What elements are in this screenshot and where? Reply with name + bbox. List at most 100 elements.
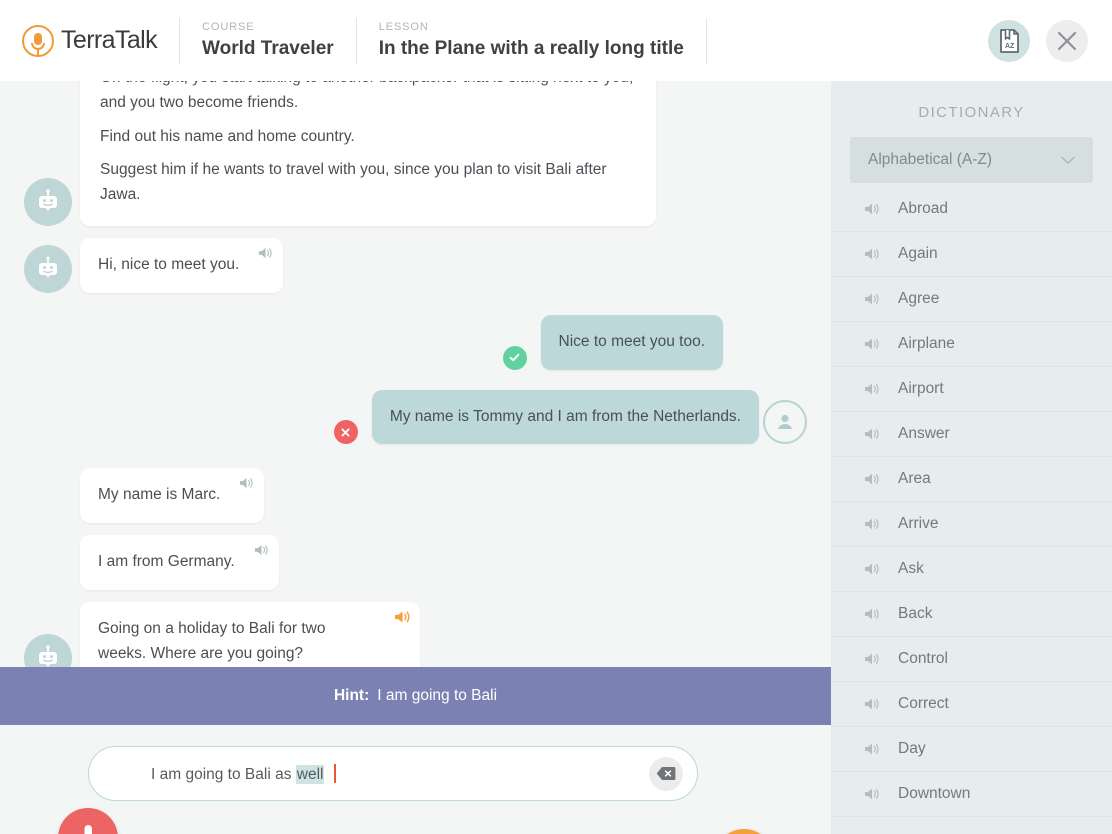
cross-icon (341, 428, 350, 437)
dictionary-word-item[interactable]: Again (831, 232, 1112, 277)
clear-input-button[interactable] (649, 756, 683, 791)
dictionary-word-item[interactable]: Back (831, 592, 1112, 637)
dictionary-sort-value: Alphabetical (A-Z) (868, 151, 993, 168)
avatar-spacer (24, 475, 72, 523)
brand-logo[interactable]: TerraTalk (22, 24, 158, 57)
input-bar: I am going to Bali as well (0, 725, 831, 834)
dictionary-word-label: Back (898, 605, 933, 622)
bot-message-bubble: Hi, nice to meet you. (80, 237, 284, 293)
speaker-icon[interactable] (864, 787, 880, 801)
dictionary-word-item[interactable]: Control (831, 637, 1112, 682)
speaker-icon[interactable] (864, 562, 880, 576)
hint-bar: Hint: I am going to Bali (0, 667, 831, 725)
speaker-icon[interactable] (258, 246, 273, 260)
dictionary-word-item[interactable]: Agree (831, 277, 1112, 322)
lesson-block: LESSON In the Plane with a really long t… (357, 15, 706, 67)
speaker-icon[interactable] (864, 652, 880, 666)
lesson-value: In the Plane with a really long title (378, 38, 684, 59)
message-text: Going on a holiday to Bali for two weeks… (98, 619, 326, 662)
dictionary-word-item[interactable]: Airplane (831, 322, 1112, 367)
dictionary-sort-select[interactable]: Alphabetical (A-Z) (850, 137, 1093, 183)
bot-message-bubble: I am from Germany. (80, 535, 279, 590)
speaker-icon[interactable] (864, 742, 880, 756)
dictionary-word-label: Answer (898, 425, 950, 442)
speaker-icon[interactable] (864, 202, 880, 216)
speaker-icon[interactable] (864, 382, 880, 396)
speaker-icon[interactable] (864, 607, 880, 621)
dictionary-word-label: Control (898, 650, 948, 667)
message-text: My name is Marc. (98, 486, 221, 504)
dictionary-word-list[interactable]: Abroad Again Agree Airplane Airport Answ… (831, 187, 1112, 817)
course-value: World Traveler (202, 38, 334, 59)
bot-avatar (24, 244, 72, 293)
speaker-icon[interactable] (864, 697, 880, 711)
speaker-icon[interactable] (864, 337, 880, 351)
header-divider-3 (705, 17, 707, 64)
answer-input[interactable]: I am going to Bali as well (88, 746, 698, 801)
message-text: My name is Tommy and I am from the Nethe… (389, 407, 741, 425)
user-message-bubble: Nice to meet you too. (540, 314, 723, 370)
robot-icon (39, 256, 57, 278)
hint-text: I am going to Bali (377, 687, 498, 704)
app-root: TerraTalk COURSE World Traveler LESSON I… (0, 0, 1112, 834)
dictionary-word-item[interactable]: Downtown (831, 772, 1112, 817)
dictionary-word-item[interactable]: Answer (831, 412, 1112, 457)
chat-row-bot: My name is Marc. (0, 468, 831, 524)
speaker-icon[interactable] (864, 247, 880, 261)
dictionary-word-label: Abroad (898, 200, 948, 217)
dictionary-word-item[interactable]: Correct (831, 682, 1112, 727)
chat-panel: On the flight, you start talking to anot… (0, 81, 831, 834)
dictionary-word-label: Airport (898, 380, 944, 397)
text-caret (334, 763, 337, 783)
dictionary-title: DICTIONARY (918, 104, 1025, 121)
avatar-spacer (24, 542, 72, 590)
dictionary-word-label: Agree (898, 290, 940, 307)
header-actions: AZ (988, 0, 1088, 81)
dictionary-word-label: Airplane (898, 335, 955, 352)
chat-message-list[interactable]: On the flight, you start talking to anot… (0, 81, 831, 667)
speaker-icon[interactable] (864, 517, 880, 531)
bot-message-bubble: My name is Marc. (80, 468, 265, 524)
status-badge-incorrect (333, 420, 358, 445)
speaker-icon[interactable] (239, 476, 254, 490)
dictionary-word-label: Downtown (898, 785, 971, 802)
dictionary-word-label: Ask (898, 560, 924, 577)
instruction-line: On the flight, you start talking to anot… (100, 81, 633, 111)
bot-message-bubble: Going on a holiday to Bali for two weeks… (80, 601, 420, 667)
instruction-line: Find out his name and home country. (100, 127, 355, 145)
message-text: Nice to meet you too. (558, 332, 705, 350)
dictionary-word-item[interactable]: Airport (831, 367, 1112, 412)
chat-row-bot: I am from Germany. (0, 535, 831, 590)
course-block: COURSE World Traveler (180, 15, 356, 67)
message-text: Hi, nice to meet you. (98, 255, 240, 273)
close-button[interactable] (1046, 19, 1088, 62)
dictionary-word-item[interactable]: Arrive (831, 502, 1112, 547)
chat-row-user: Nice to meet you too. (0, 314, 831, 370)
microphone-icon (84, 825, 92, 834)
answer-text-highlight: well (295, 764, 325, 784)
dictionary-word-item[interactable]: Day (831, 727, 1112, 772)
dictionary-word-label: Area (898, 470, 931, 487)
dictionary-panel: DICTIONARY Alphabetical (A-Z) Abroad Aga… (831, 81, 1112, 834)
speaker-icon[interactable] (394, 609, 411, 625)
brand-name: TerraTalk (61, 26, 158, 54)
hint-label: Hint: (333, 687, 370, 704)
speaker-icon[interactable] (864, 427, 880, 441)
dictionary-word-item[interactable]: Area (831, 457, 1112, 502)
dictionary-word-item[interactable]: Abroad (831, 187, 1112, 232)
user-avatar (763, 400, 807, 445)
speaker-icon[interactable] (254, 543, 269, 557)
bot-avatar (24, 177, 72, 226)
course-label: COURSE (202, 21, 255, 33)
chat-row-bot: Hi, nice to meet you. (0, 237, 831, 293)
dictionary-word-item[interactable]: Ask (831, 547, 1112, 592)
answer-input-text: I am going to Bali as well (151, 763, 337, 784)
speaker-icon[interactable] (864, 292, 880, 306)
dictionary-word-label: Correct (898, 695, 949, 712)
chat-row-user: My name is Tommy and I am from the Nethe… (0, 389, 831, 445)
dictionary-word-label: Again (898, 245, 938, 262)
speaker-icon[interactable] (864, 472, 880, 486)
dictionary-toggle-button[interactable]: AZ (988, 19, 1030, 62)
app-header: TerraTalk COURSE World Traveler LESSON I… (0, 0, 1112, 81)
dictionary-book-az-icon: AZ (1000, 28, 1019, 53)
